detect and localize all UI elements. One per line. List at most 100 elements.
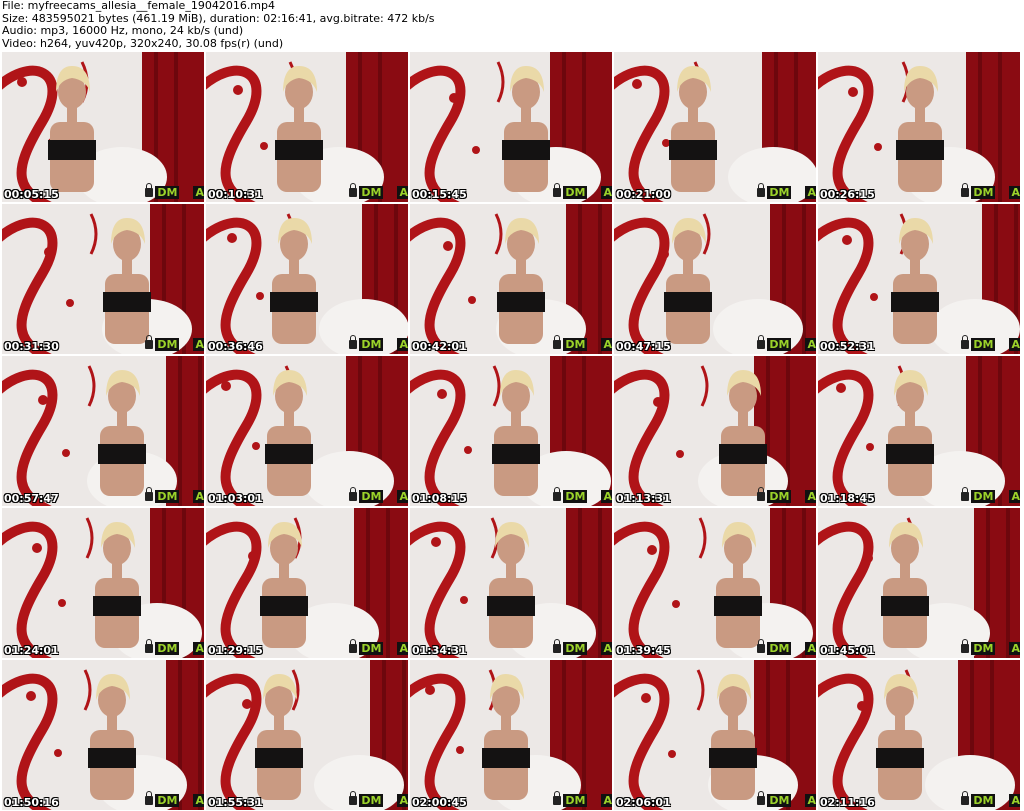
lock-icon (145, 639, 154, 653)
timestamp-label: 00:05:15 (4, 188, 59, 201)
watermark-dm: DM (155, 794, 180, 807)
lock-icon (757, 183, 766, 197)
timestamp-label: 01:18:45 (820, 492, 875, 505)
lock-icon (145, 183, 154, 197)
video-thumbnail: 00:31:30 DM A (2, 204, 204, 354)
watermark-a: A (601, 338, 612, 351)
watermark: DM A (145, 183, 204, 199)
file-name-line: File: myfreecams_allesia__female_1904201… (2, 0, 276, 12)
watermark-dm: DM (767, 490, 792, 503)
timestamp-label: 00:36:46 (208, 340, 263, 353)
timestamp-label: 00:31:30 (4, 340, 59, 353)
watermark: DM A (553, 487, 612, 503)
video-thumbnail: 01:18:45 DM A (818, 356, 1020, 506)
watermark: DM A (349, 335, 408, 351)
watermark-a: A (397, 186, 408, 199)
lock-icon (961, 487, 970, 501)
watermark-a: A (601, 490, 612, 503)
watermark: DM A (145, 791, 204, 807)
watermark-dm: DM (563, 794, 588, 807)
watermark-a: A (601, 186, 612, 199)
lock-icon (349, 335, 358, 349)
lock-icon (553, 183, 562, 197)
watermark-a: A (601, 642, 612, 655)
lock-icon (145, 791, 154, 805)
watermark: DM A (757, 791, 816, 807)
video-thumbnail: 01:13:31 DM A (614, 356, 816, 506)
watermark-dm: DM (563, 642, 588, 655)
watermark-dm: DM (359, 186, 384, 199)
watermark-a: A (1009, 642, 1020, 655)
lock-icon (961, 335, 970, 349)
watermark-a: A (1009, 338, 1020, 351)
video-thumbnail: 01:50:16 DM A (2, 660, 204, 810)
watermark-dm: DM (155, 338, 180, 351)
lock-icon (553, 335, 562, 349)
watermark-dm: DM (359, 490, 384, 503)
timestamp-label: 02:00:45 (412, 796, 467, 809)
watermark-a: A (397, 338, 408, 351)
timestamp-label: 02:11:16 (820, 796, 875, 809)
timestamp-label: 01:34:31 (412, 644, 467, 657)
watermark-a: A (397, 642, 408, 655)
video-thumbnail: 01:39:45 DM A (614, 508, 816, 658)
watermark-dm: DM (971, 338, 996, 351)
video-frame (818, 660, 1020, 810)
video-frame (206, 508, 408, 658)
video-frame (2, 204, 204, 354)
video-thumbnail: 02:06:01 DM A (614, 660, 816, 810)
video-thumbnail: 01:24:01 DM A (2, 508, 204, 658)
lock-icon (961, 791, 970, 805)
lock-icon (553, 791, 562, 805)
watermark: DM A (757, 335, 816, 351)
video-thumbnail: 00:47:15 DM A (614, 204, 816, 354)
timestamp-label: 01:08:15 (412, 492, 467, 505)
watermark-a: A (805, 186, 816, 199)
video-frame (614, 508, 816, 658)
video-frame (2, 52, 204, 202)
watermark: DM A (349, 791, 408, 807)
lock-icon (349, 639, 358, 653)
video-frame (206, 52, 408, 202)
timestamp-label: 01:03:01 (208, 492, 263, 505)
video-frame (206, 204, 408, 354)
lock-icon (145, 335, 154, 349)
video-thumbnail: 00:05:15 DM A (2, 52, 204, 202)
watermark-dm: DM (971, 642, 996, 655)
watermark-dm: DM (155, 642, 180, 655)
video-thumbnail: 00:10:31 DM A (206, 52, 408, 202)
video-thumbnail: 00:57:47 DM A (2, 356, 204, 506)
watermark-dm: DM (155, 186, 180, 199)
watermark: DM A (553, 183, 612, 199)
video-thumbnail: 01:03:01 DM A (206, 356, 408, 506)
lock-icon (145, 487, 154, 501)
timestamp-label: 00:57:47 (4, 492, 59, 505)
timestamp-label: 02:06:01 (616, 796, 671, 809)
video-frame (410, 660, 612, 810)
timestamp-label: 00:42:01 (412, 340, 467, 353)
watermark-dm: DM (155, 490, 180, 503)
video-frame (818, 204, 1020, 354)
video-thumbnail: 02:00:45 DM A (410, 660, 612, 810)
video-thumbnail: 00:42:01 DM A (410, 204, 612, 354)
video-thumbnail: 00:21:00 DM A (614, 52, 816, 202)
lock-icon (553, 639, 562, 653)
watermark-dm: DM (971, 794, 996, 807)
video-frame (818, 52, 1020, 202)
video-frame (614, 660, 816, 810)
watermark: DM A (757, 183, 816, 199)
lock-icon (757, 791, 766, 805)
audio-line: Audio: mp3, 16000 Hz, mono, 24 kb/s (und… (2, 24, 244, 37)
watermark-a: A (805, 642, 816, 655)
video-thumbnail: 01:08:15 DM A (410, 356, 612, 506)
timestamp-label: 01:24:01 (4, 644, 59, 657)
video-thumbnail: 00:26:15 DM A (818, 52, 1020, 202)
watermark-a: A (805, 794, 816, 807)
video-thumbnail: 01:29:15 DM A (206, 508, 408, 658)
watermark-a: A (193, 186, 204, 199)
video-thumbnail: 01:34:31 DM A (410, 508, 612, 658)
video-frame (818, 508, 1020, 658)
thumbnail-grid: 00:05:15 DM A 00:10:31 DM A 00:15:45 DM A 00:21:0… (0, 51, 1024, 811)
video-thumbnail: 00:52:31 DM A (818, 204, 1020, 354)
watermark-a: A (805, 338, 816, 351)
